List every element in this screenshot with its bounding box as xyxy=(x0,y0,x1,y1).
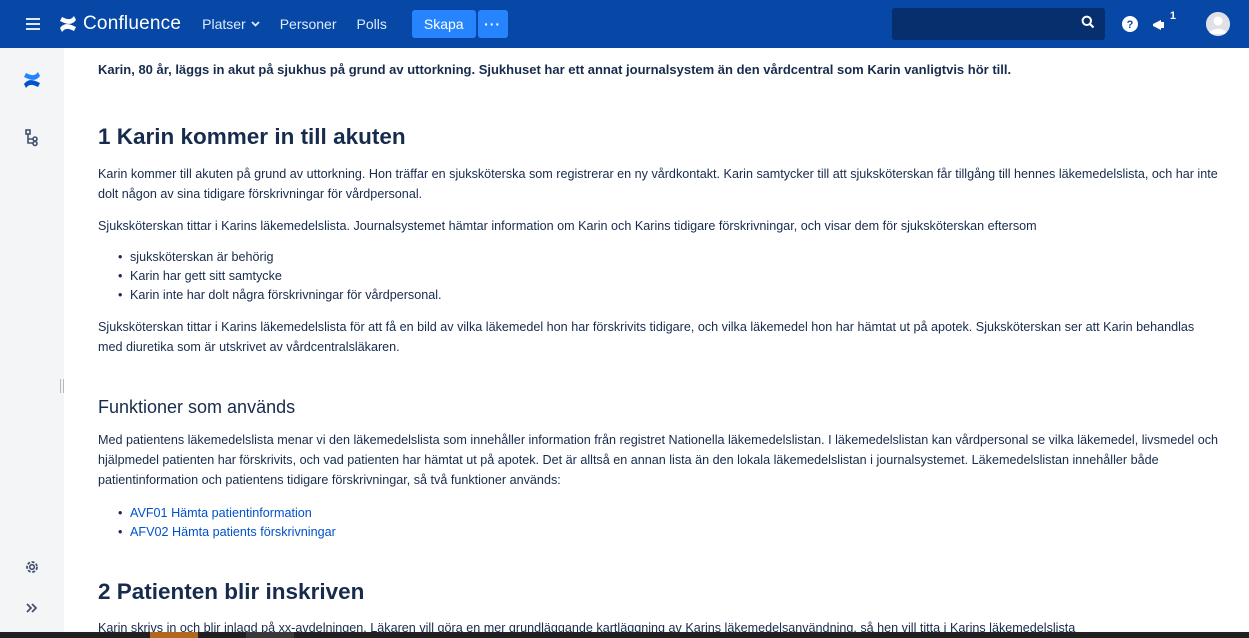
hamburger-icon[interactable] xyxy=(16,0,50,48)
expand-icon[interactable] xyxy=(20,596,44,620)
help-icon[interactable]: ? xyxy=(1118,12,1142,36)
sidebar-resize-handle[interactable] xyxy=(60,379,64,393)
nav-platser[interactable]: Platser xyxy=(193,8,269,40)
notifications-icon[interactable]: 1 xyxy=(1148,10,1176,36)
confluence-logo-icon[interactable] xyxy=(20,68,44,92)
nav-personer-label: Personer xyxy=(279,16,337,32)
os-taskbar xyxy=(0,632,1249,638)
search-input[interactable] xyxy=(900,14,1070,34)
link-afv02[interactable]: AFV02 Hämta patients förskrivningar xyxy=(130,525,336,539)
top-navigation-bar: Confluence Platser Personer Polls Skapa … xyxy=(0,0,1249,48)
search-icon[interactable] xyxy=(1081,15,1095,34)
functions-paragraph: Med patientens läkemedelslista menar vi … xyxy=(98,433,1218,487)
confluence-logo-icon xyxy=(60,16,76,32)
create-button[interactable]: Skapa xyxy=(411,10,476,38)
list-item: AVF01 Hämta patientinformation xyxy=(118,504,336,523)
nav-platser-label: Platser xyxy=(202,16,246,32)
list-item: AFV02 Hämta patients förskrivningar xyxy=(118,523,336,542)
nav-personer[interactable]: Personer xyxy=(271,8,346,40)
list-item: sjuksköterskan är behörig xyxy=(118,248,442,267)
link-avf01[interactable]: AVF01 Hämta patientinformation xyxy=(130,506,312,520)
page-tree-icon[interactable] xyxy=(20,126,44,150)
taskbar-app-2[interactable] xyxy=(246,632,294,638)
left-sidebar xyxy=(0,48,64,638)
section-1-heading: 1 Karin kommer in till akuten xyxy=(98,124,406,149)
avatar[interactable] xyxy=(1206,12,1230,36)
section-1-paragraph-2: Sjuksköterskan tittar i Karins läkemedel… xyxy=(98,219,1037,233)
svg-text:?: ? xyxy=(1127,19,1134,31)
section-1-paragraph-1: Karin kommer till akuten på grund av utt… xyxy=(98,167,1218,201)
search-box xyxy=(892,8,1105,40)
section-1-paragraph-3: Sjuksköterskan tittar i Karins läkemedel… xyxy=(98,320,1195,354)
taskbar-app-1[interactable] xyxy=(150,632,198,638)
list-item: Karin har gett sitt samtycke xyxy=(118,267,442,286)
more-button[interactable]: ··· xyxy=(477,10,508,38)
functions-link-list: AVF01 Hämta patientinformation AFV02 Häm… xyxy=(118,504,336,542)
intro-text: Karin, 80 år, läggs in akut på sjukhus p… xyxy=(98,62,1012,77)
chevron-down-icon xyxy=(251,19,260,29)
section-2-heading: 2 Patienten blir inskriven xyxy=(98,579,365,604)
nav-polls-label: Polls xyxy=(356,16,387,32)
notification-count: 1 xyxy=(1169,10,1176,22)
confluence-logo[interactable]: Confluence xyxy=(58,0,181,48)
section-1-bullet-list: sjuksköterskan är behörig Karin har gett… xyxy=(118,248,442,305)
settings-icon[interactable] xyxy=(20,555,44,579)
functions-heading: Funktioner som används xyxy=(98,397,296,417)
logo-text: Confluence xyxy=(83,13,182,34)
list-item: Karin inte har dolt några förskrivningar… xyxy=(118,286,442,305)
nav-polls[interactable]: Polls xyxy=(348,8,396,40)
